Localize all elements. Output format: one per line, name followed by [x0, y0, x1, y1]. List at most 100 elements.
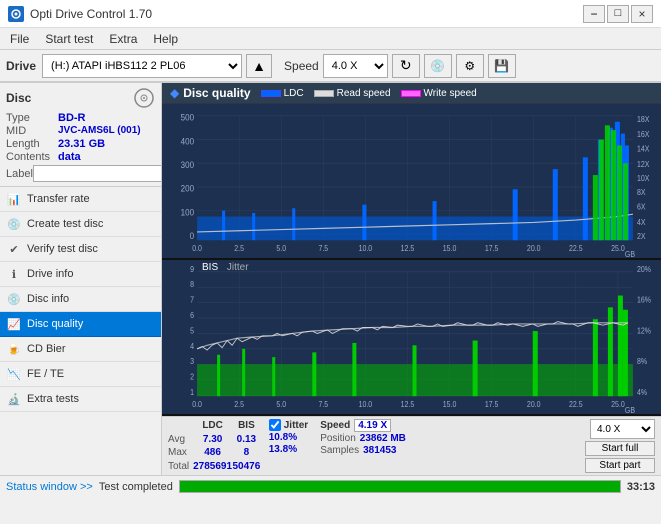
- ldc-avg-val: 7.30: [193, 433, 232, 447]
- ldc-stats: LDC BIS Avg 7.30 0.13 Max 486 8 Total 27…: [168, 419, 261, 473]
- speed-select[interactable]: 4.0 X: [323, 54, 388, 78]
- disc-type-val: BD-R: [58, 112, 86, 124]
- bis-total-val: 50476: [232, 460, 261, 474]
- chart2-container: BIS Jitter: [162, 260, 661, 416]
- svg-text:20.0: 20.0: [527, 243, 541, 253]
- total-row-label: Total: [168, 460, 193, 474]
- minimize-button[interactable]: −: [583, 5, 605, 23]
- disc-label-key: Label: [6, 168, 33, 180]
- sidebar-item-verify-test-disc[interactable]: ✔ Verify test disc: [0, 237, 161, 262]
- svg-text:14X: 14X: [637, 144, 649, 154]
- sidebar-item-create-test-disc[interactable]: 💿 Create test disc: [0, 212, 161, 237]
- progress-bar-fill: [180, 481, 620, 492]
- svg-text:2.5: 2.5: [234, 243, 244, 253]
- drive-info-icon: ℹ: [6, 266, 22, 282]
- speed-stats: Speed 4.19 X Position 23862 MB Samples 3…: [320, 419, 406, 473]
- svg-text:5: 5: [190, 326, 194, 336]
- speed-select-stats[interactable]: 4.0 X: [590, 419, 655, 439]
- transfer-rate-label: Transfer rate: [27, 193, 90, 205]
- svg-text:20%: 20%: [637, 264, 651, 274]
- jitter-col-header: Jitter: [284, 420, 308, 431]
- jitter-checkbox[interactable]: [269, 419, 281, 431]
- titlebar: Opti Drive Control 1.70 − □ ×: [0, 0, 661, 28]
- svg-text:10X: 10X: [637, 173, 649, 183]
- maximize-button[interactable]: □: [607, 5, 629, 23]
- fe-te-label: FE / TE: [27, 368, 64, 380]
- save-button[interactable]: 💾: [488, 54, 516, 78]
- menu-extra[interactable]: Extra: [101, 30, 145, 48]
- read-speed-legend-box: [314, 90, 334, 97]
- disc-length-key: Length: [6, 138, 58, 150]
- svg-text:15.0: 15.0: [443, 243, 457, 253]
- ldc-total-val: 2785691: [193, 460, 232, 474]
- sidebar-item-fe-te[interactable]: 📉 FE / TE: [0, 362, 161, 387]
- settings-button[interactable]: ⚙: [456, 54, 484, 78]
- dq-legend: LDC Read speed Write speed: [261, 88, 477, 99]
- dq-header: ◆ Disc quality LDC Read speed Write spee…: [162, 83, 661, 104]
- jitter-stats: Jitter 10.8% 13.8%: [269, 419, 308, 473]
- disc-label-row: Label 🔍: [6, 165, 155, 182]
- status-window-button[interactable]: Status window >>: [6, 481, 93, 493]
- dq-title: Disc quality: [183, 86, 250, 100]
- menubar: File Start test Extra Help: [0, 28, 661, 50]
- svg-text:17.5: 17.5: [485, 399, 499, 409]
- content-area: ◆ Disc quality LDC Read speed Write spee…: [162, 83, 661, 475]
- svg-text:1: 1: [190, 387, 194, 397]
- svg-text:12.5: 12.5: [401, 399, 415, 409]
- sidebar-item-transfer-rate[interactable]: 📊 Transfer rate: [0, 187, 161, 212]
- refresh-button[interactable]: ↻: [392, 54, 420, 78]
- svg-text:0.0: 0.0: [192, 399, 202, 409]
- bis-avg-val: 0.13: [232, 433, 261, 447]
- svg-text:10.0: 10.0: [359, 399, 373, 409]
- sidebar-nav: 📊 Transfer rate 💿 Create test disc ✔ Ver…: [0, 187, 161, 412]
- svg-text:22.5: 22.5: [569, 243, 583, 253]
- disc-label-input[interactable]: [33, 165, 162, 182]
- disc-type-key: Type: [6, 112, 58, 124]
- create-test-disc-label: Create test disc: [27, 218, 103, 230]
- drive-select[interactable]: (H:) ATAPI iHBS112 2 PL06: [42, 54, 242, 78]
- menu-help[interactable]: Help: [145, 30, 186, 48]
- start-part-button[interactable]: Start part: [585, 458, 655, 473]
- svg-text:2.5: 2.5: [234, 399, 244, 409]
- disc-button[interactable]: 💿: [424, 54, 452, 78]
- ldc-max-val: 486: [193, 446, 232, 460]
- time-display: 33:13: [627, 481, 655, 493]
- extra-tests-label: Extra tests: [27, 393, 79, 405]
- close-button[interactable]: ×: [631, 5, 653, 23]
- sidebar-item-extra-tests[interactable]: 🔬 Extra tests: [0, 387, 161, 412]
- disc-type-row: Type BD-R: [6, 112, 155, 124]
- eject-button[interactable]: ▲: [246, 54, 272, 78]
- svg-text:25.0: 25.0: [611, 399, 625, 409]
- svg-text:200: 200: [181, 183, 194, 194]
- sidebar-item-disc-info[interactable]: 💿 Disc info: [0, 287, 161, 312]
- sidebar-item-disc-quality[interactable]: 📈 Disc quality: [0, 312, 161, 337]
- svg-text:25.0: 25.0: [611, 243, 625, 253]
- start-full-button[interactable]: Start full: [585, 441, 655, 456]
- svg-text:4: 4: [190, 341, 195, 351]
- sidebar-item-drive-info[interactable]: ℹ Drive info: [0, 262, 161, 287]
- write-speed-legend-box: [401, 90, 421, 97]
- toolbar: Drive (H:) ATAPI iHBS112 2 PL06 ▲ Speed …: [0, 50, 661, 82]
- menu-file[interactable]: File: [2, 30, 37, 48]
- drive-label: Drive: [6, 59, 36, 73]
- fe-te-icon: 📉: [6, 366, 22, 382]
- svg-text:GB: GB: [625, 249, 635, 258]
- ldc-legend-label: LDC: [284, 88, 304, 99]
- disc-mid-key: MID: [6, 125, 58, 137]
- cd-bier-label: CD Bier: [27, 343, 66, 355]
- jitter-avg-val: 10.8%: [269, 432, 297, 443]
- action-area: 4.0 X Start full Start part: [585, 419, 655, 473]
- svg-text:15.0: 15.0: [443, 399, 457, 409]
- svg-text:17.5: 17.5: [485, 243, 499, 253]
- disc-section-title: Disc: [6, 91, 31, 105]
- disc-length-row: Length 23.31 GB: [6, 138, 155, 150]
- svg-text:22.5: 22.5: [569, 399, 583, 409]
- svg-text:500: 500: [181, 112, 194, 123]
- sidebar-item-cd-bier[interactable]: 🍺 CD Bier: [0, 337, 161, 362]
- disc-info-icon: 💿: [6, 291, 22, 307]
- svg-text:9: 9: [190, 264, 194, 274]
- max-row-label: Max: [168, 446, 193, 460]
- write-speed-legend-label: Write speed: [424, 88, 477, 99]
- svg-text:10.0: 10.0: [359, 243, 373, 253]
- menu-start-test[interactable]: Start test: [37, 30, 101, 48]
